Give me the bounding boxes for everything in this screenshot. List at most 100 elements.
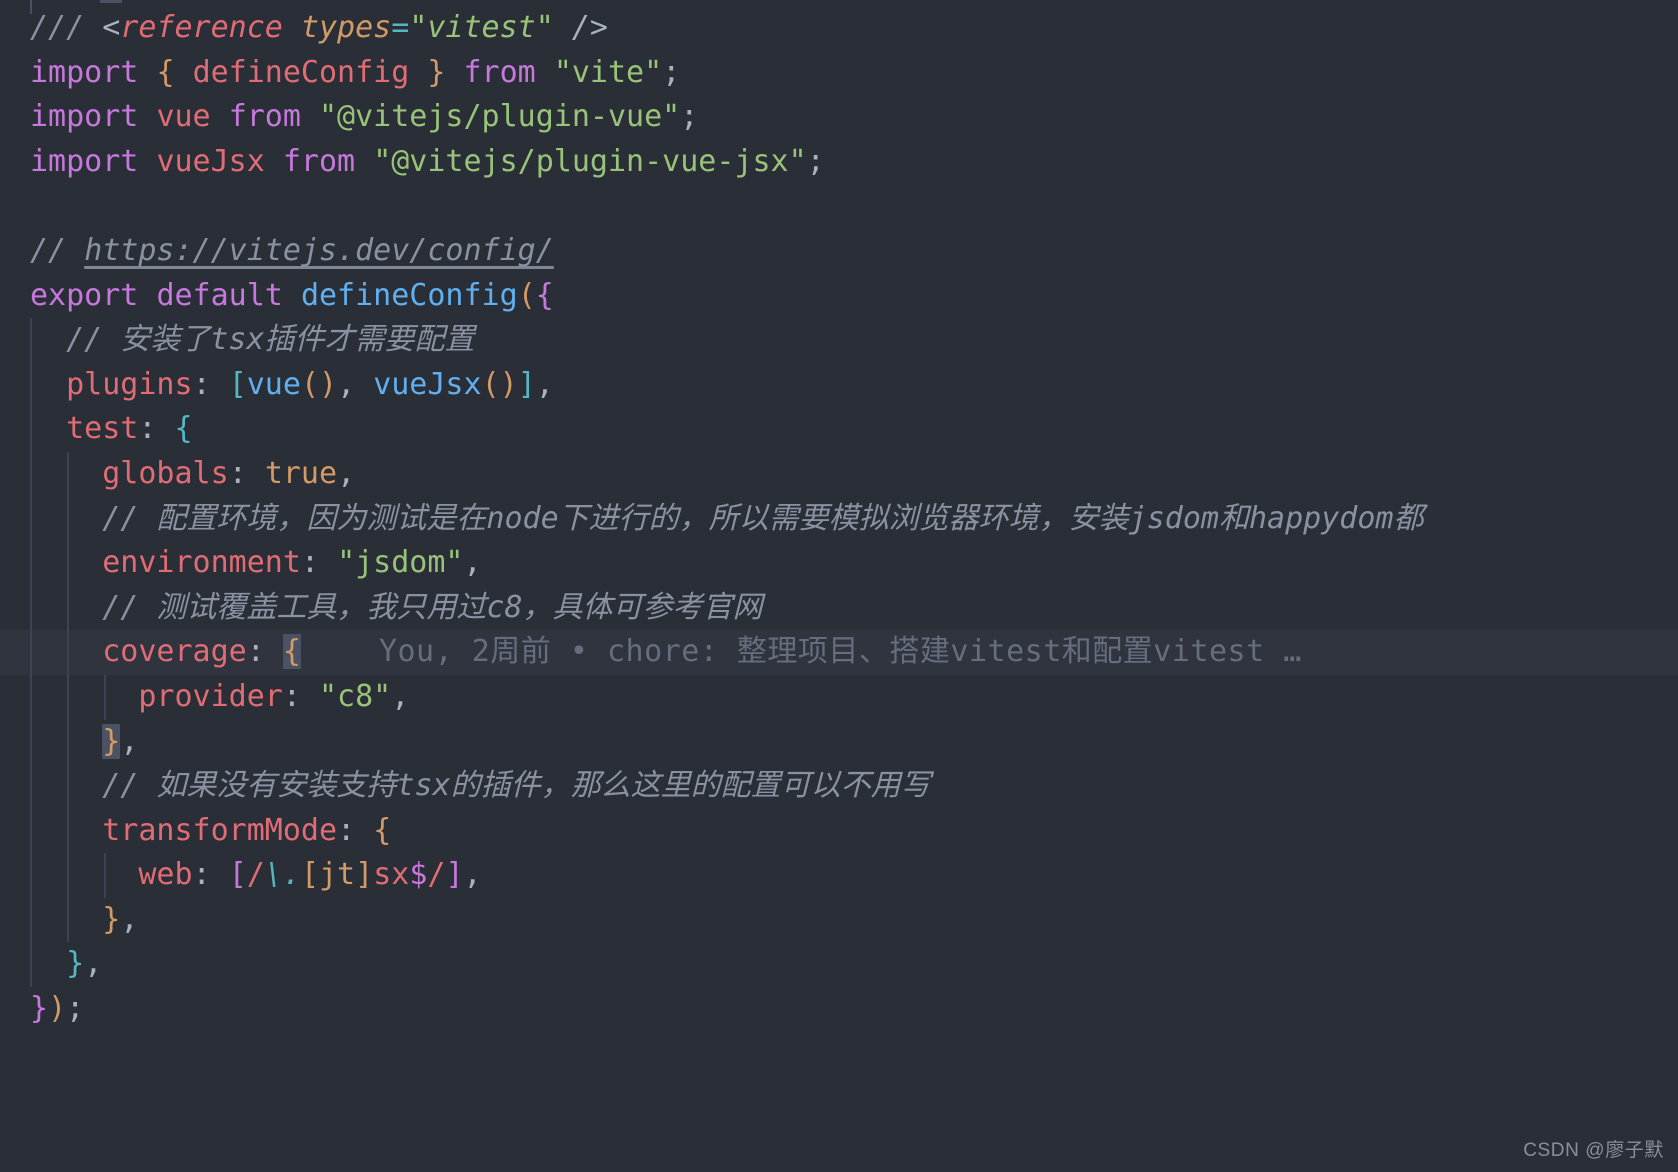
code-line-19[interactable]: transformMode: { [0,808,1678,854]
token-comment-url: https://vitejs.dev/config/ [84,232,554,268]
code-line-4[interactable]: import vueJsx from "@vitejs/plugin-vue-j… [0,140,1678,185]
token-regex-literal: sx [373,857,410,893]
token-regex-charclass: [jt] [300,857,374,893]
token-module-vite: "vite" [553,54,663,90]
code-line-10[interactable]: test: { [0,407,1678,452]
code-line-21[interactable]: }, [0,897,1678,943]
indent-guide [30,407,32,452]
token-comment: // 配置环境，因为测试是在node下进行的，所以需要模拟浏览器环境，安装jsd… [102,500,1424,536]
token-semicolon: ; [66,991,85,1027]
token-comment: // 如果没有安装支持tsx的插件，那么这里的配置可以不用写 [102,768,931,804]
token-regex-escape: \. [264,857,301,893]
token-regex-slash: / [427,857,446,893]
token-comment: // 安装了tsx插件才需要配置 [66,322,475,358]
token-value-true: true [264,455,338,491]
code-line-14[interactable]: // 测试覆盖工具，我只用过c8，具体可参考官网 [0,585,1678,631]
code-line-22[interactable]: }, [0,942,1678,988]
token-colon: : [228,455,247,491]
token-regex-anchor: $ [409,857,428,893]
token-comma: , [120,901,139,937]
token-comma: , [120,723,139,759]
token-vuejsx: vueJsx [156,143,265,179]
code-line-17[interactable]: }, [0,719,1678,765]
token-bracket-close: ] [445,857,464,893]
token-colon: : [138,411,157,447]
token-paren-close: ) [48,991,67,1027]
token-vue: vue [156,99,211,135]
code-line-8[interactable]: // 安装了tsx插件才需要配置 [0,318,1678,363]
token-export: export [30,277,139,313]
indent-guide [67,674,69,720]
csdn-watermark: CSDN @廖子默 [1523,1140,1664,1161]
git-blame-annotation[interactable]: You, 2周前 • chore: 整理项目、搭建vitest和配置vitest… [301,634,1302,669]
code-line-7[interactable]: export default defineConfig({ [0,274,1678,319]
token-semicolon: ; [680,99,699,135]
token-module-plugin-vue-jsx: "@vitejs/plugin-vue-jsx" [373,143,807,179]
token-brace-open-matched: { [282,634,301,670]
token-comma: , [337,455,356,491]
token-import: import [30,99,139,135]
token-prop-provider: provider [138,678,283,714]
token-value-c8: "c8" [319,678,392,714]
code-line-12[interactable]: // 配置环境，因为测试是在node下进行的，所以需要模拟浏览器环境，安装jsd… [0,496,1678,542]
token-from: from [463,54,536,90]
token-from: from [282,143,356,179]
indent-guide [30,808,32,854]
code-line-15[interactable]: coverage: {You, 2周前 • chore: 整理项目、搭建vite… [0,630,1678,675]
token-bracket-open: [ [228,366,247,402]
token-comma: , [337,366,356,402]
indent-guide [104,674,106,720]
code-line-5-blank[interactable] [0,184,1678,229]
token-comma: , [535,366,554,402]
code-line-16[interactable]: provider: "c8", [0,674,1678,720]
token-comma: , [463,857,482,893]
token-prop-globals: globals [102,455,229,491]
token-lt: < [102,10,121,45]
indent-guide [30,853,32,898]
indent-guide [30,942,32,988]
indent-guide [67,630,69,675]
code-line-2[interactable]: import { defineConfig } from "vite"; [0,51,1678,96]
indent-guide [30,719,32,765]
token-colon: : [300,545,319,581]
token-import: import [30,143,139,179]
code-line-11[interactable]: globals: true, [0,451,1678,497]
code-line-20[interactable]: web: [/\.[jt]sx$/], [0,853,1678,898]
token-fn-defineconfig: defineConfig [300,277,518,313]
token-comma: , [84,946,103,982]
token-colon: : [337,812,356,848]
code-line-9[interactable]: plugins: [vue(), vueJsx()], [0,362,1678,408]
token-defineconfig: defineConfig [192,54,410,90]
indent-guide [67,541,69,586]
token-call-parens: () [481,366,518,402]
indent-guide [30,630,32,675]
token-triple-slash: /// [30,10,85,45]
code-line-6[interactable]: // https://vitejs.dev/config/ [0,229,1678,274]
token-brace-open: { [174,411,193,447]
token-brace-close: } [66,946,85,982]
token-bracket-open: [ [228,857,247,893]
token-comment: // 测试覆盖工具，我只用过c8，具体可参考官网 [102,589,763,625]
token-regex-slash: / [246,857,265,893]
token-attr-types: types [300,10,392,45]
token-semicolon: ; [662,54,681,90]
code-line-1[interactable]: /// <reference types="vitest" /> [0,6,1678,51]
code-line-18[interactable]: // 如果没有安装支持tsx的插件，那么这里的配置可以不用写 [0,764,1678,809]
token-brace-close: } [30,991,49,1027]
token-prop-web: web [138,857,193,893]
code-line-13[interactable]: environment: "jsdom", [0,541,1678,586]
token-fn-vuejsx: vueJsx [373,366,482,402]
token-fn-vue: vue [246,366,301,402]
indent-guide [30,674,32,720]
token-attr-value: "vitest" [409,10,554,45]
code-content[interactable]: /// <reference types="vitest" /> import … [0,6,1678,1032]
indent-guide [67,719,69,765]
token-bracket-close: ] [517,366,536,402]
token-self-close: /> [571,10,608,45]
cursor-stub [100,0,122,3]
token-paren-open: ( [517,277,536,313]
code-line-3[interactable]: import vue from "@vitejs/plugin-vue"; [0,95,1678,140]
code-line-23[interactable]: }); [0,987,1678,1032]
code-editor[interactable]: /// <reference types="vitest" /> import … [0,0,1678,1172]
token-brace-open: { [535,277,554,313]
